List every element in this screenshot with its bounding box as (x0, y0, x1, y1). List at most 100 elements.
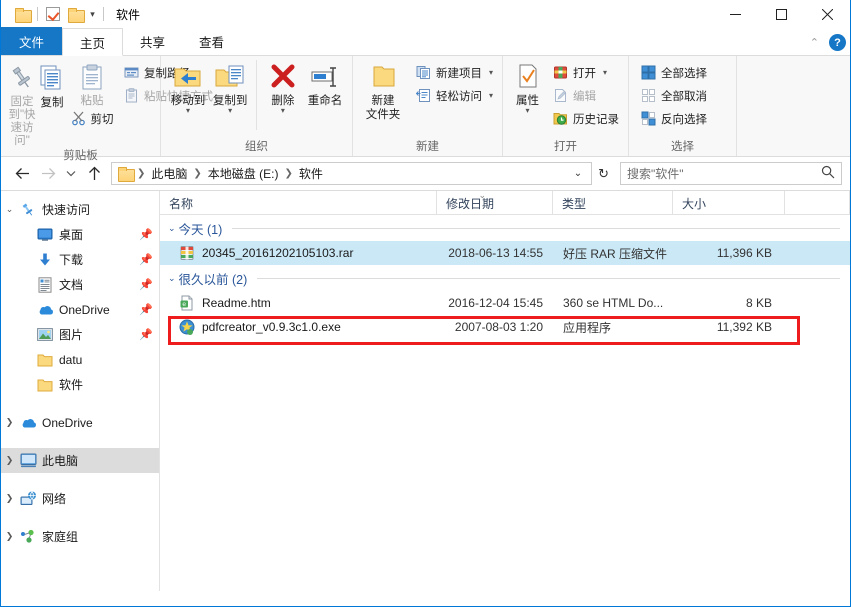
pin-icon[interactable]: 📌 (139, 253, 153, 266)
maximize-button[interactable] (758, 0, 804, 28)
chevron-up-icon[interactable]: ⌃ (810, 36, 819, 49)
invert-selection-button[interactable]: 反向选择 (638, 108, 710, 129)
chevron-right-icon[interactable]: ❯ (1, 455, 18, 466)
chevron-down-icon[interactable]: ▾ (603, 68, 607, 77)
breadcrumb-item-current[interactable]: 软件 (294, 165, 328, 182)
new-folder-button[interactable]: 新建 文件夹 (359, 60, 407, 122)
chevron-down-icon[interactable]: ⌄ (168, 223, 176, 234)
search-input[interactable] (627, 166, 821, 181)
pin-icon[interactable]: 📌 (139, 228, 153, 241)
breadcrumb[interactable]: ❯ 此电脑 ❯ 本地磁盘 (E:) ❯ 软件 ⌄ (111, 162, 593, 185)
move-to-button[interactable]: 移动到 ▾ (167, 60, 209, 115)
breadcrumb-item-this-pc[interactable]: 此电脑 (146, 165, 192, 182)
paste-button[interactable]: 粘贴 (67, 60, 117, 108)
nav-item-quick-access[interactable]: ⌄ 快速访问 (1, 197, 159, 222)
search-box[interactable] (620, 162, 842, 185)
easy-access-icon (415, 88, 431, 103)
tab-share[interactable]: 共享 (123, 27, 182, 55)
rename-button[interactable]: 重命名 (304, 60, 346, 108)
nav-item-homegroup[interactable]: ❯ 家庭组 (1, 524, 159, 549)
qat-divider (103, 7, 104, 21)
history-button[interactable]: 历史记录 (550, 108, 622, 129)
tab-view[interactable]: 查看 (182, 27, 241, 55)
nav-item-pictures[interactable]: 图片 📌 (1, 322, 159, 347)
file-name-text: Readme.htm (202, 296, 271, 310)
delete-button[interactable]: 删除 ▾ (262, 60, 304, 115)
column-header-type[interactable]: 类型 (553, 191, 673, 215)
copy-button[interactable]: 复制 (37, 60, 67, 110)
select-all-button[interactable]: 全部选择 (638, 62, 710, 83)
pin-icon[interactable]: 📌 (139, 278, 153, 291)
nav-item-this-pc[interactable]: ❯ 此电脑 (1, 448, 159, 473)
help-icon[interactable]: ? (829, 34, 846, 51)
nav-item-datu[interactable]: datu (1, 347, 159, 372)
file-date-cell: 2018-06-13 14:55 (448, 246, 543, 260)
column-header-date[interactable]: ⌄ 修改日期 (437, 191, 553, 215)
table-row[interactable]: 20345_20161202105103.rar 2018-06-13 14:5… (160, 241, 850, 265)
properties-button[interactable]: 属性 ▾ (509, 60, 546, 115)
tab-file[interactable]: 文件 (1, 27, 63, 55)
pin-to-quick-access-button[interactable]: 固定到"快速访问" (7, 60, 37, 148)
column-label-type: 类型 (562, 196, 587, 211)
nav-label: 网络 (42, 492, 67, 506)
table-row[interactable]: pdfcreator_v0.9.3c1.0.exe 2007-08-03 1:2… (160, 315, 850, 339)
chevron-right-icon[interactable]: ❯ (1, 417, 18, 428)
copy-to-button[interactable]: 复制到 ▾ (209, 60, 251, 115)
easy-access-button[interactable]: 轻松访问 ▾ (413, 85, 496, 106)
nav-item-onedrive-qa[interactable]: OneDrive 📌 (1, 297, 159, 322)
chevron-down-icon[interactable]: ⌄ (1, 204, 18, 215)
desktop-icon (35, 228, 55, 242)
select-none-icon (641, 88, 656, 103)
chevron-right-icon[interactable]: ❯ (1, 493, 18, 504)
qat-properties-button[interactable] (42, 3, 64, 25)
nav-item-onedrive[interactable]: ❯ OneDrive (1, 410, 159, 435)
open-button[interactable]: 打开 ▾ (550, 62, 622, 83)
chevron-down-icon[interactable]: ⌄ (168, 273, 176, 284)
file-type-cell: 好压 RAR 压缩文件 (563, 246, 668, 261)
chevron-down-icon[interactable]: ▾ (489, 91, 493, 100)
close-button[interactable] (804, 0, 850, 28)
chevron-down-icon[interactable]: ▾ (489, 68, 493, 77)
group-header-today[interactable]: ⌄ 今天 (1) (160, 215, 850, 241)
ribbon: 固定到"快速访问" 复制 粘贴 剪切 复制路径 粘贴快捷方式 剪贴板 移动到 ▾… (1, 56, 850, 162)
chevron-down-icon[interactable]: ▾ (281, 107, 285, 115)
chevron-down-icon[interactable]: ▾ (86, 4, 99, 24)
breadcrumb-separator[interactable]: ❯ (283, 168, 293, 179)
chevron-down-icon[interactable]: ▾ (186, 107, 190, 115)
pin-icon[interactable]: 📌 (139, 303, 153, 316)
search-icon[interactable] (821, 165, 835, 182)
select-none-button[interactable]: 全部取消 (638, 85, 710, 106)
qat-new-folder-button[interactable] (64, 3, 86, 25)
edit-button[interactable]: 编辑 (550, 85, 622, 106)
nav-item-desktop[interactable]: 桌面 📌 (1, 222, 159, 247)
nav-label: 桌面 (59, 228, 84, 242)
nav-item-ruanjian[interactable]: 软件 (1, 372, 159, 397)
breadcrumb-item-local-disk[interactable]: 本地磁盘 (E:) (203, 165, 284, 182)
chevron-down-icon[interactable]: ⌄ (569, 168, 587, 179)
refresh-button[interactable]: ↻ (592, 166, 615, 182)
nav-label: datu (59, 352, 83, 367)
nav-item-downloads[interactable]: 下载 📌 (1, 247, 159, 272)
table-row[interactable]: e Readme.htm 2016-12-04 15:45 360 se HTM… (160, 291, 850, 315)
new-item-button[interactable]: 新建项目 ▾ (413, 62, 496, 83)
column-header-name[interactable]: 名称 (160, 191, 437, 215)
tab-home[interactable]: 主页 (62, 28, 124, 56)
cut-button[interactable]: 剪切 (68, 108, 117, 129)
chevron-down-icon[interactable]: ▾ (228, 107, 232, 115)
chevron-down-icon[interactable]: ▾ (525, 107, 529, 115)
this-pc-icon (18, 453, 38, 468)
group-header-long-ago[interactable]: ⌄ 很久以前 (2) (160, 265, 850, 291)
column-header-size[interactable]: 大小 (673, 191, 785, 215)
nav-label: 下载 (59, 253, 84, 267)
pin-icon[interactable]: 📌 (139, 328, 153, 341)
onedrive-cloud-icon (18, 417, 38, 429)
minimize-button[interactable] (712, 0, 758, 28)
nav-item-network[interactable]: ❯ 网络 (1, 486, 159, 511)
qat-folder-button[interactable] (11, 3, 33, 25)
nav-item-documents[interactable]: 文档 📌 (1, 272, 159, 297)
open-group-label: 打开 (554, 141, 577, 153)
chevron-right-icon[interactable]: ❯ (1, 531, 18, 542)
breadcrumb-separator[interactable]: ❯ (192, 168, 202, 179)
file-size-cell: 11,392 KB (716, 320, 772, 334)
group-header-label: 今天 (1) (178, 222, 223, 237)
